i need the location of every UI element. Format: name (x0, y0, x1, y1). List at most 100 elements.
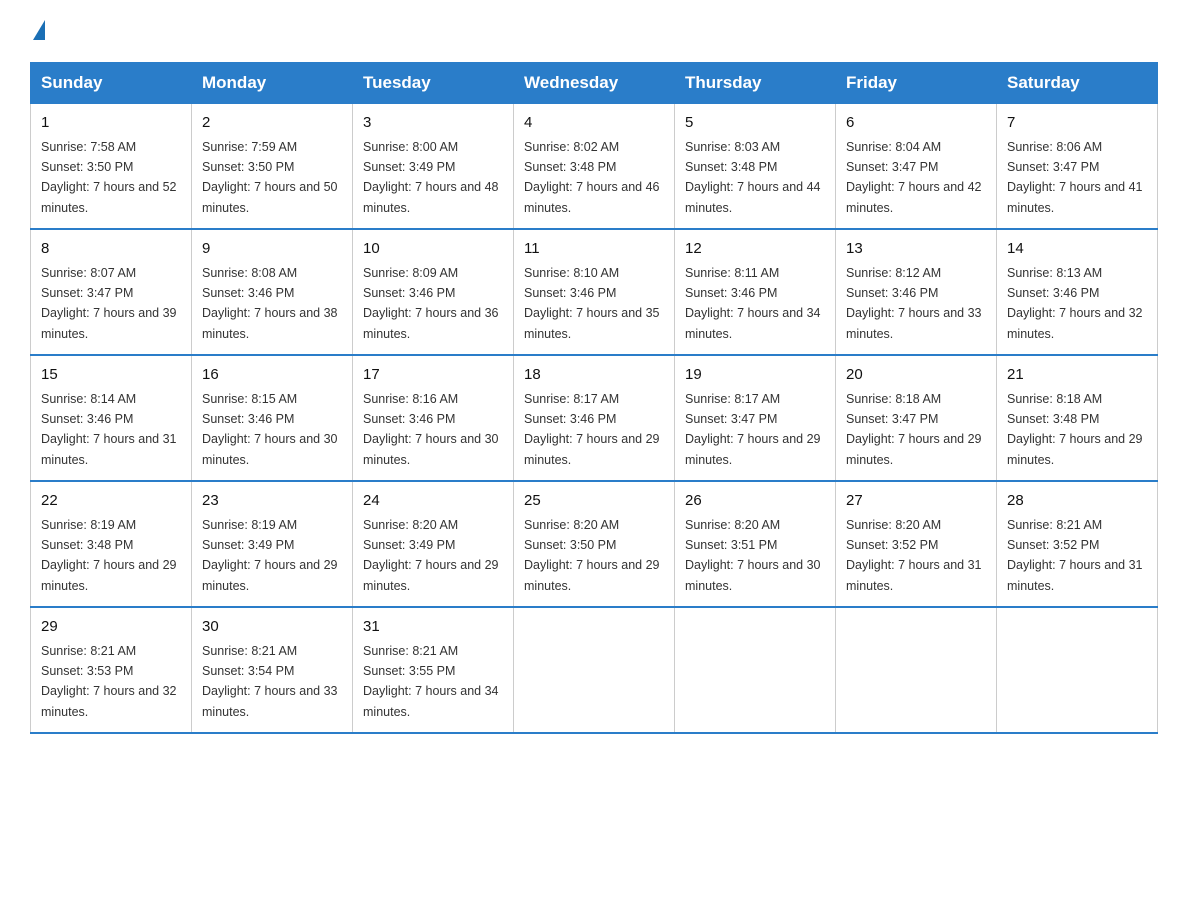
weekday-header-friday: Friday (836, 63, 997, 104)
day-info: Sunrise: 7:58 AMSunset: 3:50 PMDaylight:… (41, 140, 177, 215)
day-number: 19 (685, 364, 825, 387)
weekday-header-tuesday: Tuesday (353, 63, 514, 104)
day-number: 9 (202, 238, 342, 261)
calendar-cell: 31 Sunrise: 8:21 AMSunset: 3:55 PMDaylig… (353, 607, 514, 733)
calendar-cell (675, 607, 836, 733)
calendar-cell: 21 Sunrise: 8:18 AMSunset: 3:48 PMDaylig… (997, 355, 1158, 481)
day-info: Sunrise: 8:19 AMSunset: 3:48 PMDaylight:… (41, 518, 177, 593)
day-number: 18 (524, 364, 664, 387)
calendar-cell: 15 Sunrise: 8:14 AMSunset: 3:46 PMDaylig… (31, 355, 192, 481)
day-info: Sunrise: 7:59 AMSunset: 3:50 PMDaylight:… (202, 140, 338, 215)
day-info: Sunrise: 8:12 AMSunset: 3:46 PMDaylight:… (846, 266, 982, 341)
calendar-week-row: 1 Sunrise: 7:58 AMSunset: 3:50 PMDayligh… (31, 104, 1158, 230)
calendar-cell: 19 Sunrise: 8:17 AMSunset: 3:47 PMDaylig… (675, 355, 836, 481)
logo-triangle-icon (33, 20, 45, 40)
calendar-cell: 28 Sunrise: 8:21 AMSunset: 3:52 PMDaylig… (997, 481, 1158, 607)
calendar-cell: 24 Sunrise: 8:20 AMSunset: 3:49 PMDaylig… (353, 481, 514, 607)
calendar-cell: 8 Sunrise: 8:07 AMSunset: 3:47 PMDayligh… (31, 229, 192, 355)
day-number: 26 (685, 490, 825, 513)
calendar-cell: 13 Sunrise: 8:12 AMSunset: 3:46 PMDaylig… (836, 229, 997, 355)
day-info: Sunrise: 8:13 AMSunset: 3:46 PMDaylight:… (1007, 266, 1143, 341)
logo (30, 20, 45, 44)
calendar-cell: 30 Sunrise: 8:21 AMSunset: 3:54 PMDaylig… (192, 607, 353, 733)
day-number: 8 (41, 238, 181, 261)
day-info: Sunrise: 8:21 AMSunset: 3:55 PMDaylight:… (363, 644, 499, 719)
day-info: Sunrise: 8:04 AMSunset: 3:47 PMDaylight:… (846, 140, 982, 215)
weekday-header-row: SundayMondayTuesdayWednesdayThursdayFrid… (31, 63, 1158, 104)
calendar-cell: 20 Sunrise: 8:18 AMSunset: 3:47 PMDaylig… (836, 355, 997, 481)
day-info: Sunrise: 8:17 AMSunset: 3:46 PMDaylight:… (524, 392, 660, 467)
weekday-header-saturday: Saturday (997, 63, 1158, 104)
day-number: 5 (685, 112, 825, 135)
day-number: 21 (1007, 364, 1147, 387)
calendar-cell: 12 Sunrise: 8:11 AMSunset: 3:46 PMDaylig… (675, 229, 836, 355)
calendar-cell: 18 Sunrise: 8:17 AMSunset: 3:46 PMDaylig… (514, 355, 675, 481)
day-info: Sunrise: 8:20 AMSunset: 3:51 PMDaylight:… (685, 518, 821, 593)
day-number: 15 (41, 364, 181, 387)
day-number: 24 (363, 490, 503, 513)
weekday-header-wednesday: Wednesday (514, 63, 675, 104)
calendar-cell: 29 Sunrise: 8:21 AMSunset: 3:53 PMDaylig… (31, 607, 192, 733)
day-number: 12 (685, 238, 825, 261)
day-info: Sunrise: 8:21 AMSunset: 3:53 PMDaylight:… (41, 644, 177, 719)
day-number: 7 (1007, 112, 1147, 135)
weekday-header-thursday: Thursday (675, 63, 836, 104)
day-number: 14 (1007, 238, 1147, 261)
day-info: Sunrise: 8:02 AMSunset: 3:48 PMDaylight:… (524, 140, 660, 215)
calendar-cell (997, 607, 1158, 733)
day-info: Sunrise: 8:20 AMSunset: 3:50 PMDaylight:… (524, 518, 660, 593)
day-number: 31 (363, 616, 503, 639)
calendar-cell: 2 Sunrise: 7:59 AMSunset: 3:50 PMDayligh… (192, 104, 353, 230)
day-number: 23 (202, 490, 342, 513)
calendar-week-row: 15 Sunrise: 8:14 AMSunset: 3:46 PMDaylig… (31, 355, 1158, 481)
calendar-cell: 11 Sunrise: 8:10 AMSunset: 3:46 PMDaylig… (514, 229, 675, 355)
day-number: 1 (41, 112, 181, 135)
day-info: Sunrise: 8:14 AMSunset: 3:46 PMDaylight:… (41, 392, 177, 467)
day-info: Sunrise: 8:10 AMSunset: 3:46 PMDaylight:… (524, 266, 660, 341)
day-number: 22 (41, 490, 181, 513)
day-info: Sunrise: 8:21 AMSunset: 3:52 PMDaylight:… (1007, 518, 1143, 593)
day-number: 25 (524, 490, 664, 513)
day-number: 20 (846, 364, 986, 387)
day-number: 27 (846, 490, 986, 513)
day-info: Sunrise: 8:20 AMSunset: 3:49 PMDaylight:… (363, 518, 499, 593)
day-number: 28 (1007, 490, 1147, 513)
calendar-cell: 17 Sunrise: 8:16 AMSunset: 3:46 PMDaylig… (353, 355, 514, 481)
day-number: 17 (363, 364, 503, 387)
day-number: 30 (202, 616, 342, 639)
page-header (30, 20, 1158, 44)
day-number: 16 (202, 364, 342, 387)
calendar-cell (836, 607, 997, 733)
day-number: 10 (363, 238, 503, 261)
calendar-cell: 7 Sunrise: 8:06 AMSunset: 3:47 PMDayligh… (997, 104, 1158, 230)
day-info: Sunrise: 8:18 AMSunset: 3:48 PMDaylight:… (1007, 392, 1143, 467)
day-info: Sunrise: 8:06 AMSunset: 3:47 PMDaylight:… (1007, 140, 1143, 215)
day-number: 29 (41, 616, 181, 639)
day-info: Sunrise: 8:07 AMSunset: 3:47 PMDaylight:… (41, 266, 177, 341)
calendar-week-row: 8 Sunrise: 8:07 AMSunset: 3:47 PMDayligh… (31, 229, 1158, 355)
weekday-header-sunday: Sunday (31, 63, 192, 104)
day-info: Sunrise: 8:16 AMSunset: 3:46 PMDaylight:… (363, 392, 499, 467)
calendar-cell: 9 Sunrise: 8:08 AMSunset: 3:46 PMDayligh… (192, 229, 353, 355)
day-info: Sunrise: 8:00 AMSunset: 3:49 PMDaylight:… (363, 140, 499, 215)
day-info: Sunrise: 8:21 AMSunset: 3:54 PMDaylight:… (202, 644, 338, 719)
calendar-cell: 26 Sunrise: 8:20 AMSunset: 3:51 PMDaylig… (675, 481, 836, 607)
day-info: Sunrise: 8:18 AMSunset: 3:47 PMDaylight:… (846, 392, 982, 467)
day-number: 3 (363, 112, 503, 135)
calendar-cell: 6 Sunrise: 8:04 AMSunset: 3:47 PMDayligh… (836, 104, 997, 230)
calendar-cell: 25 Sunrise: 8:20 AMSunset: 3:50 PMDaylig… (514, 481, 675, 607)
day-info: Sunrise: 8:09 AMSunset: 3:46 PMDaylight:… (363, 266, 499, 341)
calendar-cell: 16 Sunrise: 8:15 AMSunset: 3:46 PMDaylig… (192, 355, 353, 481)
day-number: 11 (524, 238, 664, 261)
day-info: Sunrise: 8:11 AMSunset: 3:46 PMDaylight:… (685, 266, 821, 341)
day-info: Sunrise: 8:17 AMSunset: 3:47 PMDaylight:… (685, 392, 821, 467)
calendar-cell (514, 607, 675, 733)
day-info: Sunrise: 8:03 AMSunset: 3:48 PMDaylight:… (685, 140, 821, 215)
calendar-cell: 10 Sunrise: 8:09 AMSunset: 3:46 PMDaylig… (353, 229, 514, 355)
calendar-cell: 14 Sunrise: 8:13 AMSunset: 3:46 PMDaylig… (997, 229, 1158, 355)
day-info: Sunrise: 8:15 AMSunset: 3:46 PMDaylight:… (202, 392, 338, 467)
calendar-cell: 27 Sunrise: 8:20 AMSunset: 3:52 PMDaylig… (836, 481, 997, 607)
calendar-week-row: 22 Sunrise: 8:19 AMSunset: 3:48 PMDaylig… (31, 481, 1158, 607)
calendar-cell: 3 Sunrise: 8:00 AMSunset: 3:49 PMDayligh… (353, 104, 514, 230)
weekday-header-monday: Monday (192, 63, 353, 104)
